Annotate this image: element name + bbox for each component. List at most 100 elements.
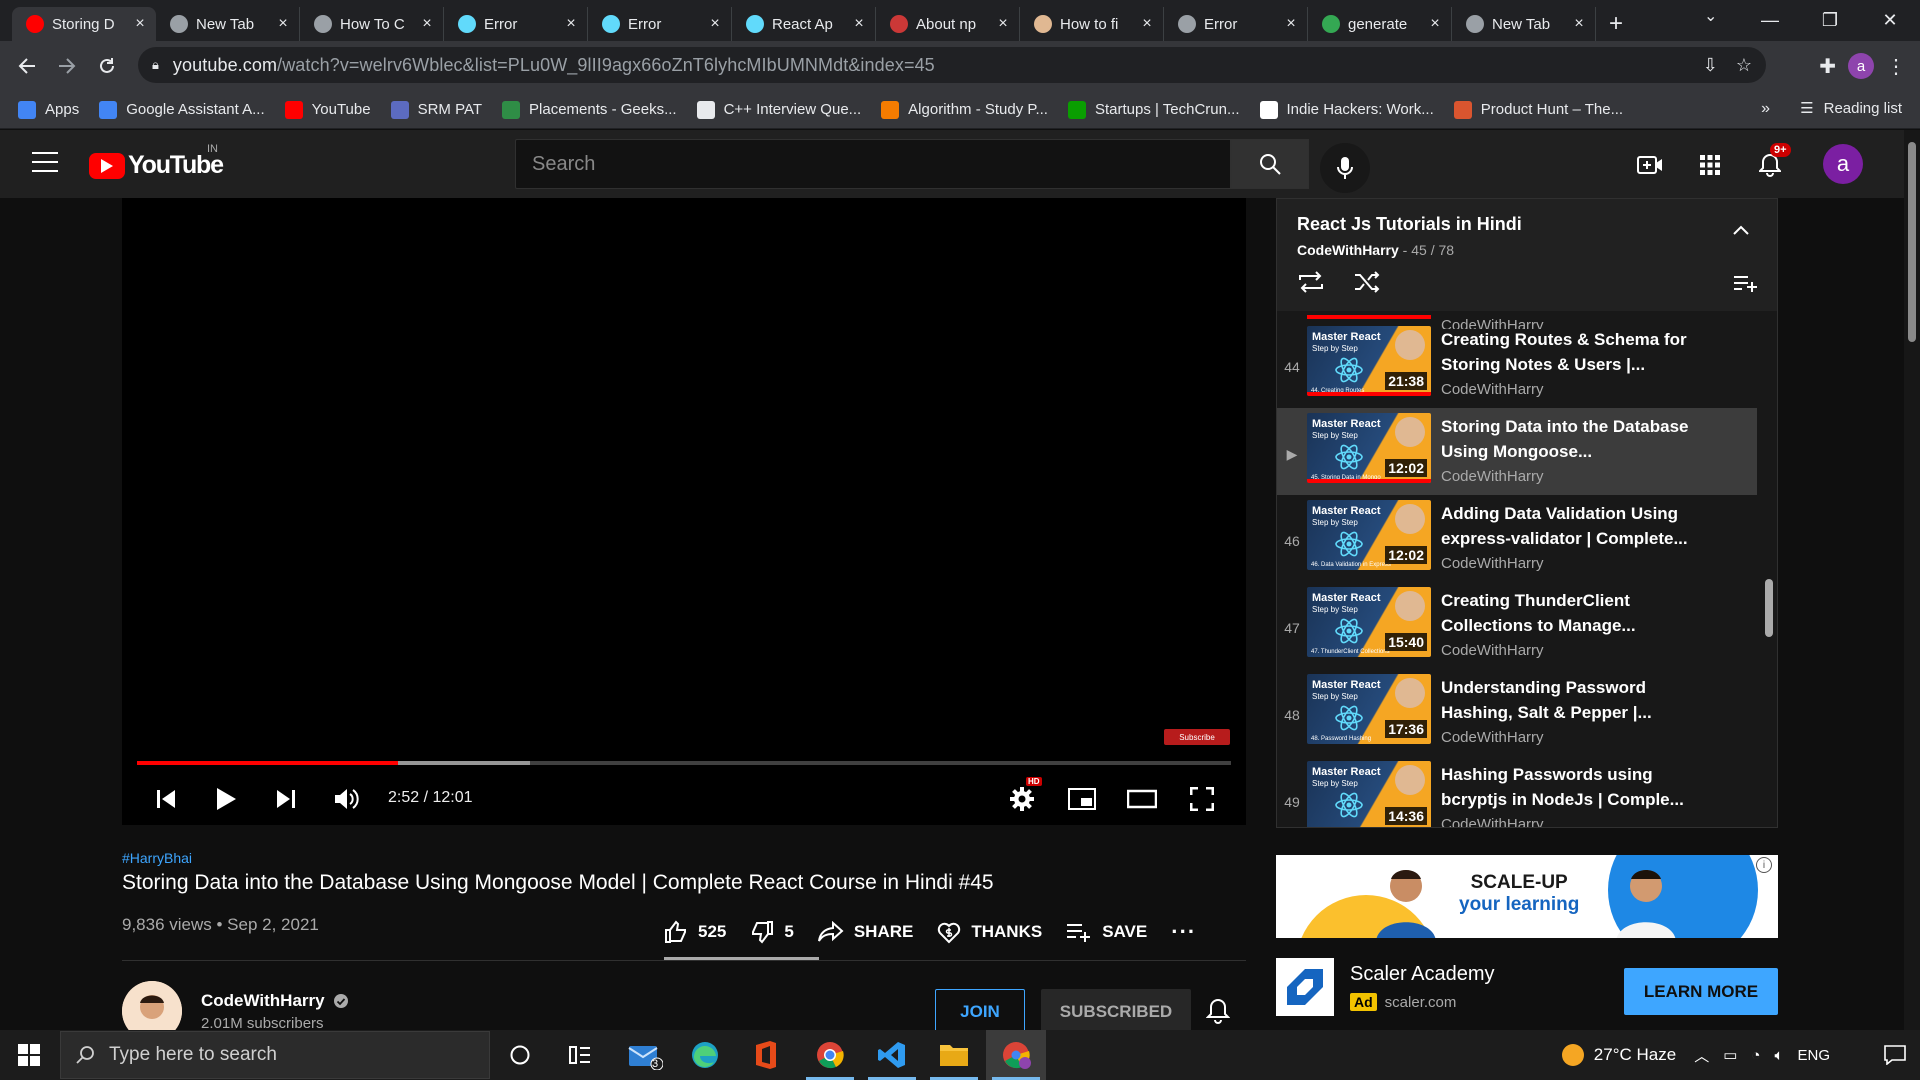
loop-button[interactable] — [1297, 270, 1325, 294]
page-scroll-thumb[interactable] — [1908, 142, 1916, 342]
cortana-button[interactable] — [490, 1030, 550, 1080]
channel-bell-button[interactable] — [1206, 998, 1230, 1024]
close-tab-icon[interactable]: × — [563, 15, 579, 33]
chrome-menu-icon[interactable]: ⋮ — [1886, 54, 1906, 79]
input-language[interactable]: ENG — [1797, 1047, 1830, 1064]
progress-bar[interactable] — [137, 761, 1231, 765]
browser-tab[interactable]: New Tab × — [156, 7, 300, 41]
bookmark-item[interactable]: SRM PAT — [390, 100, 482, 119]
video-thumbnail[interactable]: Master React Step by Step 48. Password Has… — [1307, 674, 1431, 744]
close-tab-icon[interactable]: × — [275, 15, 291, 33]
close-tab-icon[interactable]: × — [851, 15, 867, 33]
playlist-title[interactable]: React Js Tutorials in Hindi — [1297, 214, 1757, 235]
browser-tab[interactable]: Error × — [588, 7, 732, 41]
install-app-icon[interactable]: ⇩ — [1703, 55, 1718, 76]
bookmarks-overflow-icon[interactable]: » — [1761, 100, 1770, 118]
playlist-item[interactable]: 46 Master React Step by Step 46. Data Valid… — [1277, 495, 1757, 582]
office-app[interactable] — [735, 1030, 795, 1080]
playlist-owner[interactable]: CodeWithHarry — [1297, 242, 1399, 258]
browser-tab[interactable]: Error × — [444, 7, 588, 41]
menu-icon[interactable] — [32, 152, 58, 172]
close-tab-icon[interactable]: × — [707, 15, 723, 33]
url-text[interactable]: youtube.com/watch?v=welrv6Wblec&list=PLu… — [173, 55, 935, 76]
miniplayer-button[interactable] — [1064, 781, 1100, 817]
tab-search-icon[interactable]: ⌄ — [1704, 6, 1717, 26]
minimize-button[interactable]: — — [1740, 0, 1800, 41]
chrome-app[interactable] — [800, 1030, 860, 1080]
speaker-icon[interactable]: 🔈︎ — [1774, 1047, 1783, 1064]
task-view-button[interactable] — [550, 1030, 610, 1080]
dislike-button[interactable]: 5 — [750, 920, 794, 944]
youtube-logo[interactable]: YouTube IN — [89, 143, 224, 180]
like-button[interactable]: 525 — [664, 920, 726, 944]
close-tab-icon[interactable]: × — [1571, 15, 1587, 33]
browser-tab[interactable]: About np × — [876, 7, 1020, 41]
taskbar-search-input[interactable]: Type here to search — [60, 1031, 490, 1079]
browser-tab[interactable]: React Ap × — [732, 7, 876, 41]
playlist-item[interactable]: 49 Master React Step by Step 14:36 Hashing P… — [1277, 756, 1757, 827]
browser-tab[interactable]: How to fi × — [1020, 7, 1164, 41]
vscode-app[interactable] — [862, 1030, 922, 1080]
playlist-scrollbar[interactable] — [1765, 579, 1773, 637]
show-hidden-icons-chevron-icon[interactable]: ︿ — [1694, 1045, 1709, 1066]
bookmark-item[interactable]: Startups | TechCrun... — [1067, 100, 1240, 119]
extensions-puzzle-icon[interactable]: ✚ — [1819, 54, 1836, 79]
search-input[interactable]: Search — [515, 139, 1231, 189]
start-button[interactable] — [0, 1030, 58, 1080]
create-video-icon[interactable] — [1636, 151, 1664, 179]
video-hashtag[interactable]: #HarryBhai — [122, 850, 192, 866]
share-button[interactable]: SHARE — [817, 921, 913, 943]
join-button[interactable]: JOIN — [935, 989, 1025, 1035]
battery-icon[interactable]: ▭ — [1723, 1046, 1737, 1064]
video-player[interactable]: Subscribe 2:52 / 12:01 HD — [122, 198, 1246, 825]
bookmark-item[interactable]: Indie Hackers: Work... — [1259, 100, 1434, 119]
browser-tab[interactable]: New Tab × — [1452, 7, 1596, 41]
ad-banner[interactable]: SCALE-UP your learning i — [1276, 855, 1778, 938]
video-thumbnail[interactable]: Master React Step by Step 46. Data Validat… — [1307, 500, 1431, 570]
page-scrollbar[interactable] — [1904, 130, 1920, 1030]
collapse-playlist-button[interactable] — [1733, 225, 1749, 235]
bookmark-item[interactable]: Placements - Geeks... — [502, 100, 677, 119]
ad-info-icon[interactable]: i — [1756, 857, 1772, 873]
fullscreen-button[interactable] — [1184, 781, 1220, 817]
back-button[interactable] — [6, 45, 48, 87]
browser-tab[interactable]: Storing D × — [12, 7, 156, 41]
close-window-button[interactable]: ✕ — [1860, 0, 1920, 41]
reload-button[interactable] — [86, 45, 128, 87]
playlist-item[interactable]: 44 Master React Step by Step 44. Creating R… — [1277, 321, 1757, 408]
close-tab-icon[interactable]: × — [1283, 15, 1299, 33]
close-tab-icon[interactable]: × — [132, 15, 148, 33]
bookmark-star-icon[interactable]: ☆ — [1736, 55, 1752, 76]
subscribed-button[interactable]: SUBSCRIBED — [1041, 989, 1191, 1035]
playlist-item[interactable]: 47 Master React Step by Step 47. ThunderCli… — [1277, 582, 1757, 669]
weather-widget[interactable]: 27°C Haze — [1561, 1044, 1676, 1066]
theater-mode-button[interactable] — [1124, 781, 1160, 817]
forward-button[interactable] — [46, 45, 88, 87]
volume-button[interactable] — [328, 781, 364, 817]
close-tab-icon[interactable]: × — [1139, 15, 1155, 33]
chrome-profile-app[interactable] — [986, 1030, 1046, 1080]
next-button[interactable] — [268, 781, 304, 817]
restore-button[interactable]: ❐ — [1800, 0, 1860, 41]
edge-app[interactable] — [675, 1030, 735, 1080]
new-tab-button[interactable]: + — [1596, 7, 1636, 41]
reading-list-button[interactable]: ☰ Reading list — [1800, 99, 1902, 118]
browser-tab[interactable]: How To C × — [300, 7, 444, 41]
bookmark-item[interactable]: Google Assistant A... — [99, 100, 265, 119]
apps-grid-icon[interactable] — [1696, 151, 1724, 179]
browser-tab[interactable]: Error × — [1164, 7, 1308, 41]
play-button[interactable] — [208, 781, 244, 817]
video-thumbnail[interactable]: Master React Step by Step 45. Storing Data… — [1307, 413, 1431, 483]
address-bar[interactable]: 🔒︎ youtube.com/watch?v=welrv6Wblec&list=… — [138, 47, 1766, 83]
mail-app[interactable]: 3 — [615, 1030, 675, 1080]
search-button[interactable] — [1231, 139, 1309, 189]
file-explorer-app[interactable] — [924, 1030, 984, 1080]
channel-name[interactable]: CodeWithHarry — [201, 991, 349, 1011]
close-tab-icon[interactable]: × — [419, 15, 435, 33]
browser-tab[interactable]: generate × — [1308, 7, 1452, 41]
bookmark-item[interactable]: Product Hunt – The... — [1453, 100, 1623, 119]
close-tab-icon[interactable]: × — [995, 15, 1011, 33]
save-button[interactable]: SAVE — [1066, 921, 1147, 943]
thanks-button[interactable]: THANKS — [937, 920, 1042, 944]
notification-center-button[interactable] — [1870, 1045, 1920, 1065]
